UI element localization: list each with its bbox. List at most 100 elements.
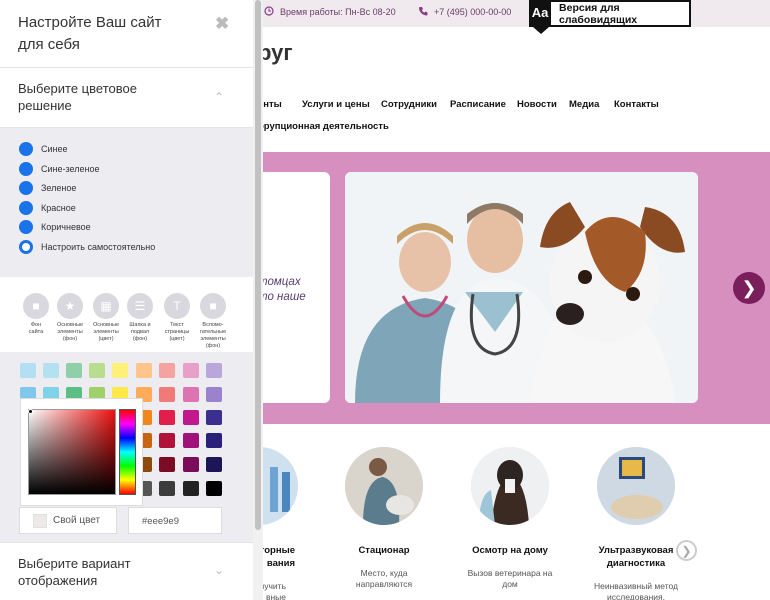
vision-badge: Aa [529, 0, 552, 34]
tab-4[interactable]: T Текст страницы (цвет) [160, 293, 194, 343]
phone[interactable]: +7 (495) 000-00-00 [418, 6, 511, 17]
panel-title: Настройте Ваш сайт для себя [18, 14, 162, 53]
radio-label: Зеленое [41, 183, 77, 193]
color-swatch[interactable] [89, 363, 105, 378]
color-swatch[interactable] [159, 433, 175, 448]
service-card[interactable]: Стационар Место, куда направляются [324, 447, 444, 590]
color-picker[interactable] [20, 398, 143, 506]
color-swatch[interactable] [159, 410, 175, 425]
color-swatch[interactable] [183, 363, 199, 378]
radio-button[interactable] [19, 220, 33, 234]
site-title[interactable]: руг [258, 40, 293, 66]
nav-item-news[interactable]: Новости [517, 99, 557, 110]
list-icon: ☰ [127, 293, 153, 319]
tab-0[interactable]: ■ Фон сайта [19, 293, 53, 336]
color-swatch[interactable] [43, 363, 59, 378]
color-swatch[interactable] [206, 363, 222, 378]
own-color-button[interactable]: Свой цвет [19, 507, 117, 534]
radio-label: Настроить самостоятельно [41, 242, 156, 252]
color-swatch[interactable] [183, 387, 199, 402]
hero-text-line: то наше [258, 291, 306, 303]
text-icon: T [164, 293, 190, 319]
close-icon[interactable]: ✖ [215, 14, 229, 34]
tab-label: Вспомо- гательные элементы (фон) [199, 322, 227, 349]
color-options: Синее Сине-зеленое Зеленое Красное Корич… [0, 128, 253, 277]
picker-handle[interactable] [28, 409, 33, 414]
settings-panel: Настройте Ваш сайт для себя ✖ Выберите ц… [0, 0, 253, 600]
color-swatch[interactable] [183, 410, 199, 425]
tab-2[interactable]: ▦ Основные элементы (цвет) [89, 293, 123, 343]
hue-slider[interactable] [119, 409, 136, 495]
tab-label: Фон сайта [28, 322, 44, 335]
color-swatch-preview [33, 513, 47, 528]
radio-option-green[interactable]: Зеленое [19, 181, 76, 195]
color-swatch[interactable] [112, 363, 128, 378]
vision-label: Версия для слабовидящих [559, 1, 638, 26]
tab-1[interactable]: ★ Основные элементы (фон) [53, 293, 87, 343]
color-swatch[interactable] [183, 481, 199, 496]
tab-3[interactable]: ☰ Шапка и подвал (фон) [119, 288, 161, 352]
nav-item-schedule[interactable]: Расписание [450, 99, 506, 110]
color-swatch[interactable] [159, 387, 175, 402]
scrollbar-thumb[interactable] [255, 0, 261, 530]
radio-button[interactable] [19, 142, 33, 156]
tab-label: Основные элементы (фон) [56, 322, 84, 342]
radio-button[interactable] [19, 201, 33, 215]
color-swatch[interactable] [66, 363, 82, 378]
service-card[interactable]: Ультразвуковая диагностика Неинвазивный … [576, 447, 696, 600]
ultrasound-photo [597, 447, 675, 525]
color-swatch[interactable] [206, 433, 222, 448]
nav-item-staff[interactable]: Сотрудники [381, 99, 437, 110]
color-swatch[interactable] [20, 363, 36, 378]
radio-option-custom[interactable]: Настроить самостоятельно [19, 240, 155, 254]
services-next-button[interactable]: ❯ [676, 540, 697, 561]
hero-next-button[interactable]: ❯ [733, 272, 765, 304]
tab-label: Основные элементы (цвет) [92, 322, 120, 342]
tab-5[interactable]: ■ Вспомо- гательные элементы (фон) [196, 293, 230, 350]
chevron-down-icon[interactable]: ⌄ [214, 563, 224, 577]
radio-option-red[interactable]: Красное [19, 201, 76, 215]
nav-item-media[interactable]: Медиа [569, 99, 599, 110]
color-swatch[interactable] [206, 387, 222, 402]
radio-button[interactable] [19, 181, 33, 195]
service-image [471, 447, 549, 525]
color-swatch[interactable] [159, 481, 175, 496]
saturation-value-area[interactable] [28, 409, 116, 495]
color-swatch[interactable] [206, 457, 222, 472]
color-swatch[interactable] [183, 433, 199, 448]
radio-button-selected[interactable] [19, 240, 33, 254]
radio-option-brown[interactable]: Коричневое [19, 220, 91, 234]
nav-item-contacts[interactable]: Контакты [614, 99, 659, 110]
chevron-up-icon[interactable]: ⌃ [214, 90, 224, 104]
color-swatch[interactable] [159, 457, 175, 472]
tab-label: Шапка и подвал (фон) [129, 322, 151, 342]
color-swatch[interactable] [206, 410, 222, 425]
radio-label: Сине-зеленое [41, 164, 100, 174]
service-card[interactable]: Осмотр на дому Вызов ветеринара на дом [450, 447, 570, 590]
display-section-header[interactable]: Выберите вариант отображения ⌄ [0, 542, 253, 600]
hex-color-input[interactable]: #eee9e9 [128, 507, 222, 534]
hero-image [345, 172, 698, 403]
own-color-label: Свой цвет [53, 515, 101, 526]
work-hours-text: Время работы: Пн-Вс 08-20 [280, 7, 396, 17]
service-title: Осмотр на дому [472, 545, 548, 556]
page: Время работы: Пн-Вс 08-20 +7 (495) 000-0… [0, 0, 770, 600]
star-icon: ★ [57, 293, 83, 319]
radio-button[interactable] [19, 162, 33, 176]
nav-item-anticorruption[interactable]: ррупционная деятельность [258, 121, 389, 132]
radio-label: Коричневое [41, 222, 91, 232]
color-swatch[interactable] [183, 457, 199, 472]
display-section-title: Выберите вариант отображения [18, 556, 131, 588]
low-vision-button[interactable]: Aa Версия для слабовидящих [529, 0, 691, 34]
service-title: Стационар [358, 545, 410, 556]
color-swatch[interactable] [206, 481, 222, 496]
color-swatch[interactable] [136, 363, 152, 378]
nav-item-services[interactable]: Услуги и цены [302, 99, 370, 110]
tab-label: Текст страницы (цвет) [164, 322, 190, 342]
color-section-header[interactable]: Выберите цветовое решение ⌃ [0, 68, 253, 128]
color-section-title: Выберите цветовое решение [18, 81, 137, 113]
service-desc: Неинвазивный метод исследования, [593, 581, 679, 600]
radio-option-blue[interactable]: Синее [19, 142, 68, 156]
radio-option-blue-green[interactable]: Сине-зеленое [19, 162, 99, 176]
color-swatch[interactable] [159, 363, 175, 378]
